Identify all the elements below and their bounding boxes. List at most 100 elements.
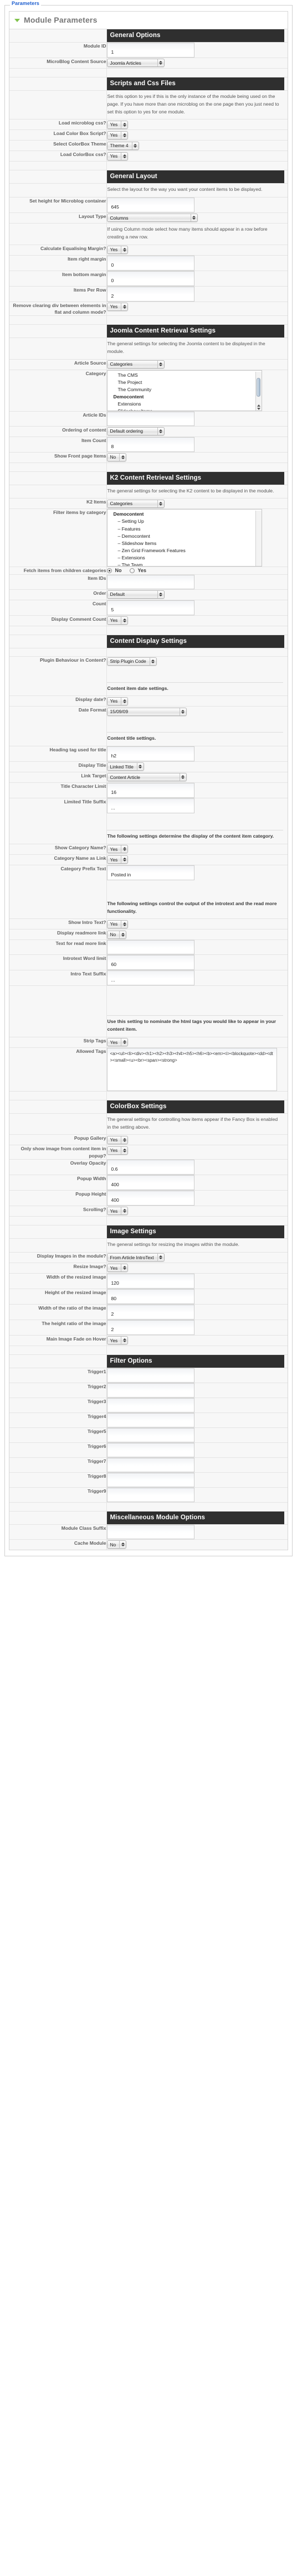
item-right-margin-input[interactable]: 0 [106,255,194,271]
list-option[interactable]: – Democontent [112,533,255,540]
items-per-row-input[interactable]: 2 [106,286,194,302]
strip-tags-select[interactable]: Yes [106,1038,129,1047]
list-option[interactable]: Extensions [112,401,255,408]
trigger-2-input[interactable] [106,1383,194,1398]
category-link-select[interactable]: Yes [106,855,129,864]
trigger-3-input[interactable] [106,1398,194,1412]
list-option[interactable]: – Slideshow Items [112,540,255,547]
title-suffix-input[interactable]: ... [106,798,194,814]
date-format-select[interactable]: 15/09/09 [106,707,187,716]
radio-no[interactable] [106,568,112,573]
list-option[interactable]: – Setting Up [112,518,255,525]
label-allowed-tags: Allowed Tags [9,1047,107,1092]
list-option[interactable]: The Project [112,379,255,386]
plugin-behaviour-select[interactable]: Strip Plugin Code [106,657,157,666]
fade-on-hover-select[interactable]: Yes [106,1336,129,1345]
display-images-select[interactable]: From Article IntroText [106,1253,165,1262]
list-option[interactable]: – Zen Grid Framework Features [112,547,255,554]
spacer-row [9,463,288,472]
trigger-5-input[interactable] [106,1427,194,1442]
resized-height-input[interactable]: 80 [106,1289,194,1304]
display-title-select[interactable]: Linked Title [106,762,144,771]
list-option[interactable]: Democontent [112,511,255,518]
ordering-select[interactable]: Default ordering [106,427,165,435]
radio-yes[interactable] [129,568,135,573]
scroll-down-icon[interactable] [257,407,260,410]
show-category-select[interactable]: Yes [106,845,129,854]
show-intro-select[interactable]: Yes [106,920,129,928]
load-colorbox-css-select[interactable]: Yes [106,152,129,160]
popup-gallery-select[interactable]: Yes [106,1135,129,1144]
resize-image-select[interactable]: Yes [106,1264,129,1273]
trigger-9-input[interactable] [106,1487,194,1502]
item-count-input[interactable]: 8 [106,437,194,452]
cache-module-select[interactable]: No [106,1540,127,1549]
module-parameters-header[interactable]: Module Parameters [9,12,288,29]
stepper-arrows-icon [121,856,127,864]
introtext-suffix-input[interactable]: ... [106,970,194,986]
module-id-input[interactable]: 1 [106,43,194,58]
popup-height-input[interactable]: 400 [106,1191,194,1206]
trigger-4-input[interactable] [106,1412,194,1427]
list-option[interactable]: Slideshow Items [112,408,255,411]
width-ratio-input[interactable]: 2 [106,1304,194,1320]
overlay-opacity-input[interactable]: 0.6 [106,1160,194,1175]
container-height-input[interactable]: 645 [106,198,194,212]
trigger-7-input[interactable] [106,1457,194,1472]
load-microblog-css-select[interactable]: Yes [106,120,129,129]
article-ids-input[interactable] [106,411,194,426]
list-option[interactable]: Democontent [112,393,255,401]
scroll-up-icon[interactable] [257,404,260,407]
field-heading-tag: h2 [106,746,288,762]
k2-filter-options[interactable]: Democontent – Setting Up – Features – Democ… [107,511,255,566]
module-class-suffix-input[interactable] [106,1524,194,1539]
trigger-8-input[interactable] [106,1472,194,1487]
popup-width-input[interactable]: 400 [106,1175,194,1191]
front-page-items-select[interactable]: No [106,453,127,461]
comment-count-select[interactable]: Yes [106,616,129,625]
category-options[interactable]: The CMS The Project The Community Democonte… [107,372,255,411]
fetch-children-radio-group[interactable]: No Yes [106,567,288,573]
allowed-tags-textarea[interactable]: <a><ul><li><div><h1><h2><h3><h4><h5><h6>… [106,1047,277,1091]
equalising-margin-select[interactable]: Yes [106,245,129,254]
order-select[interactable]: Default [106,590,165,599]
height-ratio-input[interactable]: 2 [106,1320,194,1335]
layout-type-select[interactable]: Columns [106,214,198,222]
item-bottom-margin-input[interactable]: 0 [106,271,194,286]
table-row: Article IDs [9,411,288,427]
display-date-select[interactable]: Yes [106,697,129,705]
scrolling-select[interactable]: Yes [106,1207,129,1216]
remove-clearing-div-select[interactable]: Yes [106,302,129,311]
link-target-select[interactable]: Content Article [106,773,187,782]
field-article-ids [106,411,288,427]
list-option[interactable]: The CMS [112,372,255,379]
listbox-scrollbar[interactable] [255,511,262,567]
content-source-select[interactable]: Joomla Articles [106,59,165,67]
trigger-6-input[interactable] [106,1442,194,1457]
k2-items-select[interactable]: Categories [106,499,165,508]
list-option[interactable]: The Community [112,386,255,393]
category-listbox[interactable]: The CMS The Project The Community Democonte… [106,370,262,411]
heading-tag-input[interactable]: h2 [106,746,194,762]
listbox-scrollbar[interactable] [255,371,262,411]
list-option[interactable]: – Features [112,526,255,533]
category-prefix-input[interactable]: Posted in [106,865,194,880]
introtext-limit-input[interactable]: 60 [106,955,194,970]
load-colorbox-script-select[interactable]: Yes [106,131,129,139]
readmore-text-input[interactable] [106,940,194,955]
readmore-link-select[interactable]: No [106,930,127,939]
triangle-down-icon[interactable] [14,19,20,22]
count-input[interactable]: 5 [106,600,194,615]
article-source-select[interactable]: Categories [106,360,165,368]
list-option[interactable]: – The Team [112,562,255,567]
title-char-limit-input[interactable]: 16 [106,783,194,798]
colorbox-theme-select[interactable]: Theme 4 [106,141,139,150]
k2-filter-listbox[interactable]: Democontent – Setting Up – Features – Democ… [106,509,262,567]
list-option[interactable]: – Extensions [112,554,255,562]
scrollbar-thumb[interactable] [257,377,260,397]
item-ids-input[interactable] [106,574,194,589]
only-show-image-select[interactable]: Yes [106,1146,129,1155]
trigger-1-input[interactable] [106,1368,194,1383]
resized-width-input[interactable]: 120 [106,1273,194,1289]
table-row: Scrolling? Yes [9,1206,288,1217]
